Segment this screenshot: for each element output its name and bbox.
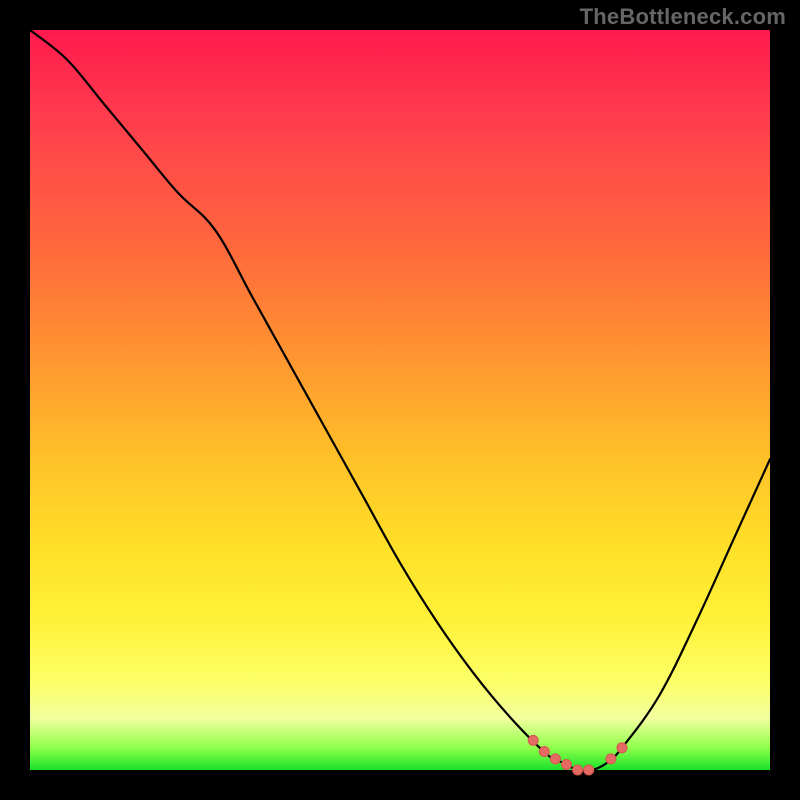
valley-marker: [606, 754, 616, 764]
chart-stage: TheBottleneck.com: [0, 0, 800, 800]
valley-marker: [573, 765, 583, 775]
valley-marker: [562, 760, 572, 770]
valley-marker: [617, 743, 627, 753]
watermark-text: TheBottleneck.com: [580, 4, 786, 30]
valley-marker: [550, 754, 560, 764]
gradient-plot-area: [30, 30, 770, 770]
valley-marker: [528, 735, 538, 745]
valley-marker: [584, 765, 594, 775]
valley-marker: [539, 747, 549, 757]
valley-markers: [528, 735, 627, 775]
bottleneck-curve: [30, 30, 770, 771]
curve-layer: [30, 30, 770, 770]
